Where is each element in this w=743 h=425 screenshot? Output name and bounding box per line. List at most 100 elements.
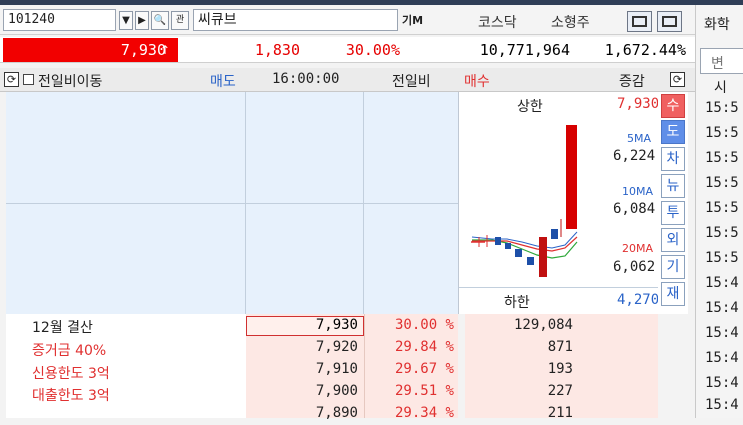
price-banner: 7,930 ↑ 1,830 30.00% 10,771,964 1,672.44…: [0, 37, 695, 63]
bid-qty: 129,084: [513, 317, 573, 333]
ma20-label: 20MA: [622, 242, 654, 255]
side-tab[interactable]: 투: [661, 201, 685, 225]
bid-qty-row[interactable]: 871: [465, 338, 658, 359]
side-tab[interactable]: 차: [661, 147, 685, 171]
price-change-pct: 30.00%: [345, 41, 400, 59]
lower-limit-label: 하한: [504, 295, 530, 311]
bid-qty-row[interactable]: 227: [465, 382, 658, 403]
window-split-icon[interactable]: [657, 11, 682, 32]
time-cell: 15:5: [705, 250, 739, 266]
side-tab[interactable]: 도: [661, 120, 685, 144]
side-tab[interactable]: 재: [661, 282, 685, 306]
adjacent-panel: 화학 변 시 15:5 15:5 15:5 15:5 15:5 15:5 15:…: [695, 5, 743, 418]
panel-header: 시: [714, 80, 727, 96]
rise-arrow-icon: ↑: [160, 43, 171, 57]
info-line: 증거금 40%: [32, 343, 107, 359]
ma5-value: 6,224: [613, 148, 656, 164]
refresh-icon[interactable]: ⟳: [670, 72, 685, 87]
bid-quantity-column: 129,084 871 193 227 211: [465, 314, 658, 421]
info-line: 12월 결산: [32, 320, 93, 336]
bid-row[interactable]: 7,930 30.00 %: [246, 316, 458, 337]
candle: [505, 243, 511, 249]
candle: [515, 249, 522, 257]
bid-qty: 211: [547, 405, 573, 421]
time-cell: 15:4: [705, 397, 739, 413]
time-label: 16:00:00: [272, 71, 340, 87]
upper-limit-value: 7,930: [617, 96, 660, 112]
grid-line: [6, 203, 458, 204]
bid-price: 7,930: [315, 317, 358, 333]
bid-price: 7,920: [315, 339, 358, 355]
time-cell: 15:5: [705, 100, 739, 116]
favorite-button[interactable]: 관: [171, 11, 189, 30]
bid-pct: 30.00 %: [394, 317, 454, 333]
price-change: 1,830: [254, 41, 300, 59]
candle: [527, 257, 534, 265]
ma10-value: 6,084: [613, 201, 656, 217]
cap-class-label: 소형주: [551, 15, 590, 31]
stock-selector-bar: 101240 ▼ ▶ 🔍 관 씨큐브 기M 코스닥 소형주: [0, 5, 695, 35]
candle: [566, 125, 577, 229]
bid-qty-row[interactable]: 129,084: [465, 316, 658, 337]
bid-pct: 29.34 %: [394, 405, 454, 421]
stock-code-input[interactable]: 101240: [3, 9, 116, 31]
info-line: 대출한도 3억: [32, 388, 110, 404]
search-icon[interactable]: 🔍: [151, 11, 169, 30]
upper-limit-label: 상한: [517, 99, 543, 115]
move-checkbox[interactable]: [23, 74, 34, 85]
bid-row[interactable]: 7,890 29.34 %: [246, 404, 458, 425]
grid-line: [459, 287, 659, 288]
panel-tab[interactable]: 변: [700, 48, 743, 74]
ma10-label: 10MA: [622, 185, 654, 198]
bid-row[interactable]: 7,900 29.51 %: [246, 382, 458, 403]
ask-column-label: 매도: [210, 74, 236, 90]
time-cell: 15:4: [705, 325, 739, 341]
bid-pct: 29.51 %: [394, 383, 454, 399]
lower-limit-value: 4,270: [617, 292, 660, 308]
stock-info-panel: 12월 결산 증거금 40% 신용한도 3억 대출한도 3억: [6, 314, 246, 418]
ma-line: [472, 236, 578, 252]
side-tab[interactable]: 수: [661, 94, 685, 118]
time-cell: 15:5: [705, 150, 739, 166]
bid-price-table: 7,930 30.00 % 7,920 29.84 % 7,910 29.67 …: [246, 314, 458, 421]
stock-name-input[interactable]: 씨큐브: [193, 9, 398, 31]
side-tab[interactable]: 외: [661, 228, 685, 252]
window-layout-icon[interactable]: [627, 11, 652, 32]
current-price: 7,930: [3, 38, 178, 62]
market-label: 코스닥: [478, 15, 517, 31]
bid-qty: 193: [547, 361, 573, 377]
candle: [495, 237, 501, 245]
bid-column-label: 매수: [464, 74, 490, 90]
bid-qty-row[interactable]: 193: [465, 360, 658, 381]
time-cell: 15:5: [705, 225, 739, 241]
bid-row[interactable]: 7,920 29.84 %: [246, 338, 458, 359]
time-cell: 15:4: [705, 275, 739, 291]
ask-orderbook: [6, 92, 458, 314]
side-tab-strip: 수 도 차 뉴 투 외 기 재: [658, 92, 688, 314]
mini-chart-panel: 상한 7,930 5MA 6,224 10MA 6,084 20MA 6,062…: [458, 92, 660, 314]
side-tab[interactable]: 뉴: [661, 174, 685, 198]
bid-row[interactable]: 7,910 29.67 %: [246, 360, 458, 381]
code-dropdown-button[interactable]: ▼: [119, 11, 133, 30]
candlestick-chart: [471, 125, 578, 277]
time-cell: 15:4: [705, 350, 739, 366]
time-cell: 15:4: [705, 300, 739, 316]
volume-ratio: 1,672.44%: [604, 41, 686, 59]
time-cell: 15:4: [705, 375, 739, 391]
bid-price: 7,910: [315, 361, 358, 377]
volume: 10,771,964: [479, 41, 570, 59]
bid-pct: 29.67 %: [394, 361, 454, 377]
ma20-value: 6,062: [613, 259, 656, 275]
side-tab[interactable]: 기: [661, 255, 685, 279]
candle: [539, 237, 547, 277]
move-checkbox-label: 전일비이동: [38, 74, 103, 90]
bid-qty: 871: [547, 339, 573, 355]
time-cell: 15:5: [705, 200, 739, 216]
play-icon[interactable]: ▶: [135, 11, 149, 30]
stock-flag: 기M: [402, 14, 424, 27]
candle: [551, 229, 558, 239]
refresh-icon[interactable]: ⟳: [4, 72, 19, 87]
bid-price: 7,890: [315, 405, 358, 421]
bid-qty-row[interactable]: 211: [465, 404, 658, 425]
diff-column-label: 전일비: [392, 74, 431, 90]
